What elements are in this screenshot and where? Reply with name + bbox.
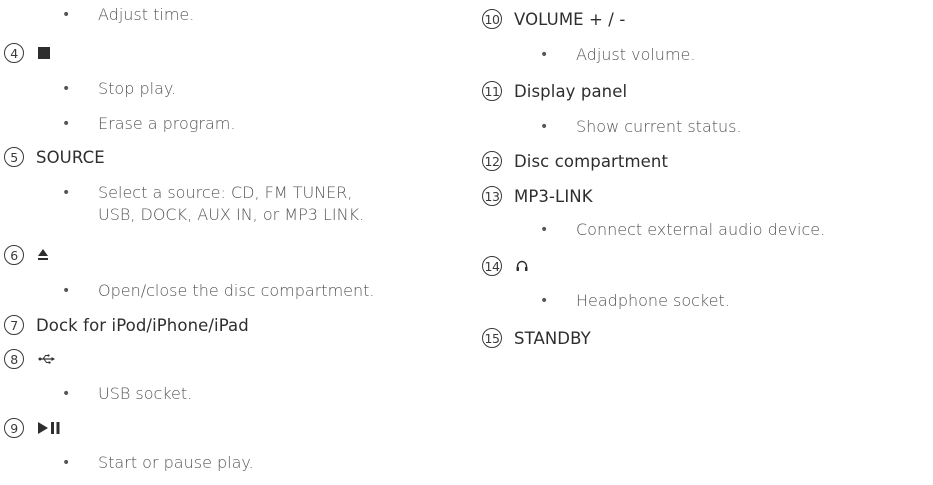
item-7: 7 Dock for iPod/iPhone/iPad: [4, 315, 249, 335]
list-item: • USB socket.: [62, 383, 192, 405]
item-title: Display panel: [514, 81, 628, 101]
item-number: 14: [482, 256, 502, 276]
item-number: 11: [482, 81, 502, 101]
item-title: SOURCE: [36, 147, 105, 167]
item-number: 12: [482, 151, 502, 171]
list-item: • Open/close the disc compartment.: [62, 280, 375, 302]
bullet-text: Headphone socket.: [576, 291, 730, 310]
list-item: • Start or pause play.: [62, 452, 254, 474]
item-title: VOLUME + / -: [514, 9, 626, 29]
headphone-icon: [516, 260, 528, 272]
bullet-text-block: Select a source: CD, FM TUNER, USB, DOCK…: [98, 182, 364, 226]
bullet: •: [62, 283, 71, 299]
bullet-text: Erase a program.: [98, 114, 236, 133]
list-item: • Adjust time.: [62, 4, 194, 26]
bullet: •: [62, 455, 71, 471]
list-item: • Stop play.: [62, 78, 176, 100]
bullet: •: [62, 386, 71, 402]
item-number: 15: [482, 328, 502, 348]
bullet: •: [540, 293, 549, 309]
list-item: • Connect external audio device.: [540, 219, 825, 241]
item-10: 10 VOLUME + / -: [482, 9, 625, 29]
bullet-text: USB socket.: [98, 384, 193, 403]
bullet: •: [540, 119, 549, 135]
bullet-text: Stop play.: [98, 79, 177, 98]
bullet: •: [62, 116, 71, 132]
bullet-text: Start or pause play.: [98, 453, 254, 472]
item-11: 11 Display panel: [482, 81, 627, 101]
item-number: 8: [4, 349, 24, 369]
eject-icon: [38, 249, 48, 261]
bullet-text: USB, DOCK, AUX IN, or MP3 LINK.: [98, 205, 365, 224]
bullet-text: Adjust volume.: [576, 45, 696, 64]
bullet: •: [62, 185, 71, 201]
bullet-text: Open/close the disc compartment.: [98, 281, 375, 300]
bullet: •: [540, 47, 549, 63]
item-title: Dock for iPod/iPhone/iPad: [36, 315, 249, 335]
play-pause-icon: [38, 422, 60, 434]
item-title: STANDBY: [514, 328, 591, 348]
item-13: 13 MP3-LINK: [482, 186, 593, 206]
item-4: 4: [4, 43, 50, 63]
usb-icon: [38, 354, 55, 364]
bullet-text: Select a source: CD, FM TUNER,: [98, 183, 353, 202]
item-number: 13: [482, 186, 502, 206]
item-number: 6: [4, 245, 24, 265]
item-14: 14: [482, 256, 528, 276]
bullet: •: [62, 81, 71, 97]
item-15: 15 STANDBY: [482, 328, 591, 348]
list-item: • Erase a program.: [62, 113, 235, 135]
bullet-text: Connect external audio device.: [576, 220, 826, 239]
bullet: •: [540, 222, 549, 238]
item-5: 5 SOURCE: [4, 147, 105, 167]
bullet-text: Show current status.: [576, 117, 742, 136]
item-number: 7: [4, 315, 24, 335]
stop-square-icon: [38, 47, 50, 59]
item-9: 9: [4, 418, 60, 438]
list-item: • Adjust volume.: [540, 44, 695, 66]
item-title: Disc compartment: [514, 151, 669, 171]
item-number: 10: [482, 9, 502, 29]
list-item: • Show current status.: [540, 116, 742, 138]
item-title: MP3-LINK: [514, 186, 593, 206]
item-number: 4: [4, 43, 24, 63]
bullet-text: Adjust time.: [98, 5, 195, 24]
list-item: • Select a source: CD, FM TUNER, USB, DO…: [62, 182, 364, 226]
list-item: • Headphone socket.: [540, 290, 730, 312]
item-8: 8: [4, 349, 55, 369]
bullet: •: [62, 7, 71, 23]
item-12: 12 Disc compartment: [482, 151, 668, 171]
item-number: 5: [4, 147, 24, 167]
item-number: 9: [4, 418, 24, 438]
item-6: 6: [4, 245, 48, 265]
